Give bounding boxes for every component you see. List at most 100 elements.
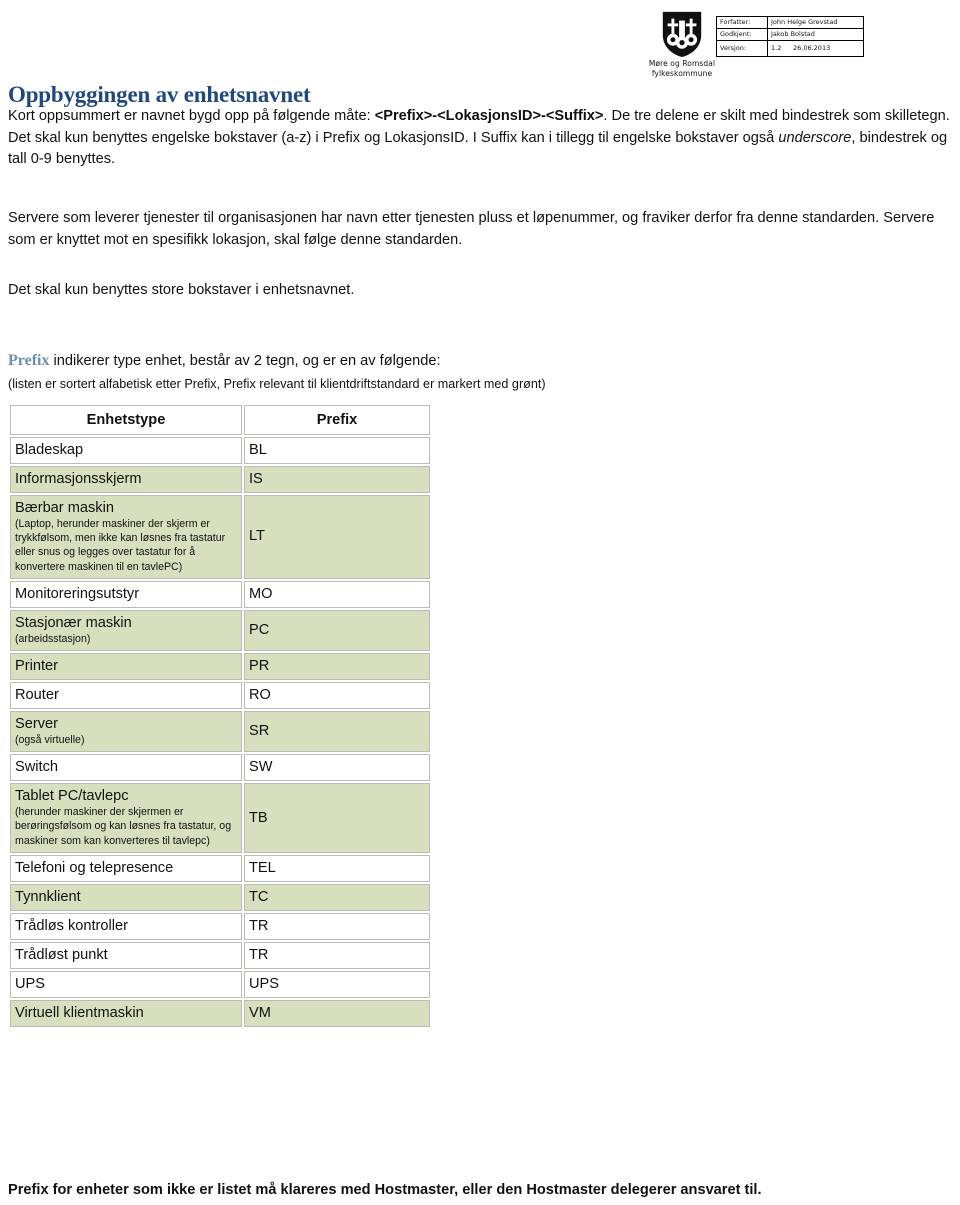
- table-row: Bladeskap BL: [10, 437, 430, 464]
- table-row: Informasjonsskjerm IS: [10, 466, 430, 493]
- intro-paragraph: Kort oppsummert er navnet bygd opp på fø…: [8, 106, 952, 171]
- organization-logo: Møre og Romsdal fylkeskommune: [636, 10, 728, 78]
- intro-text-part1: Kort oppsummert er navnet bygd opp på fø…: [8, 108, 375, 124]
- cell-prefix: MO: [244, 580, 430, 608]
- version-value: 1.2 26.06.2013: [767, 40, 864, 57]
- cell-prefix: TB: [244, 783, 430, 853]
- approved-label: Godkjent:: [716, 28, 768, 41]
- enhetstype-label: Tablet PC/tavlepc: [15, 788, 129, 805]
- table-row: Printer PR: [10, 653, 430, 681]
- cell-enhetstype: Informasjonsskjerm: [10, 466, 242, 493]
- prefix-lead-rest: indikerer type enhet, består av 2 tegn, …: [49, 353, 441, 369]
- cell-enhetstype: Telefoni og telepresence: [10, 854, 242, 882]
- enhetstype-description: (også virtuelle): [15, 734, 85, 747]
- table-row: Switch SW: [10, 754, 430, 782]
- cell-enhetstype: Server (også virtuelle): [10, 711, 242, 753]
- enhetstype-label: Router: [15, 687, 59, 704]
- cell-prefix: UPS: [244, 970, 430, 998]
- version-date: 26.06.2013: [793, 44, 831, 52]
- table-header-row: Enhetstype Prefix: [10, 405, 430, 435]
- enhetstype-label: Tynnklient: [15, 888, 81, 905]
- enhetstype-label: Bladeskap: [15, 442, 84, 458]
- column-header-enhetstype: Enhetstype: [10, 405, 242, 435]
- column-header-prefix: Prefix: [244, 405, 430, 435]
- enhetstype-description: (Laptop, herunder maskiner der skjerm er…: [15, 518, 226, 573]
- cell-prefix: TEL: [244, 854, 430, 882]
- prefix-table-head: Enhetstype Prefix: [10, 405, 430, 435]
- cell-prefix: LT: [244, 495, 430, 579]
- cell-enhetstype: Stasjonær maskin (arbeidsstasjon): [10, 609, 242, 652]
- table-row: Monitoreringsutstyr MO: [10, 580, 430, 608]
- enhetstype-label: Virtuell klientmaskin: [15, 1004, 144, 1021]
- enhetstype-label: Monitoreringsutstyr: [15, 585, 140, 602]
- logo-name-line2: fylkeskommune: [651, 69, 713, 78]
- enhetstype-label: UPS: [15, 975, 46, 992]
- cell-enhetstype: Monitoreringsutstyr: [10, 580, 242, 608]
- cell-enhetstype: Trådløs kontroller: [10, 912, 242, 940]
- metadata-row-version: Versjon: 1.2 26.06.2013: [716, 40, 864, 57]
- table-row: Virtuell klientmaskin VM: [10, 999, 430, 1027]
- metadata-row-approved: Godkjent: Jakob Bolstad: [716, 28, 864, 41]
- prefix-keyword: Prefix: [8, 352, 50, 369]
- prefix-table-body: Bladeskap BL Informasjonsskjerm IS Bærbar ma…: [10, 437, 430, 1027]
- enhetstype-label: Bærbar maskin: [15, 500, 114, 516]
- enhetstype-label: Informasjonsskjerm: [15, 471, 142, 487]
- table-row: Router RO: [10, 682, 430, 710]
- table-row: Stasjonær maskin (arbeidsstasjon) PC: [10, 609, 430, 652]
- enhetstype-label: Server: [15, 716, 58, 733]
- cell-enhetstype: Virtuell klientmaskin: [10, 999, 242, 1027]
- enhetstype-label: Printer: [15, 658, 58, 675]
- author-value: John Helge Grevstad: [767, 16, 864, 29]
- enhetstype-label: Stasjonær maskin: [15, 614, 132, 631]
- metadata-row-author: Forfatter: John Helge Grevstad: [716, 16, 864, 29]
- table-row: Bærbar maskin (Laptop, herunder maskiner …: [10, 495, 430, 579]
- approved-value: Jakob Bolstad: [767, 28, 864, 41]
- cell-prefix: BL: [244, 437, 430, 464]
- enhetstype-description: (arbeidsstasjon): [15, 632, 91, 645]
- table-row: Telefoni og telepresence TEL: [10, 854, 430, 882]
- cell-enhetstype: Trådløst punkt: [10, 941, 242, 969]
- prefix-lead-paragraph: Prefix indikerer type enhet, består av 2…: [8, 350, 952, 372]
- prefix-table: Enhetstype Prefix Bladeskap BL Informasjon…: [8, 403, 432, 1029]
- enhetstype-label: Telefoni og telepresence: [15, 859, 174, 876]
- coat-of-arms-icon: [662, 11, 702, 58]
- logo-name-line1: Møre og Romsdal: [648, 59, 716, 68]
- document-metadata-table: Forfatter: John Helge Grevstad Godkjent:…: [716, 16, 864, 57]
- name-pattern: <Prefix>-<LokasjonsID>-<Suffix>: [374, 108, 604, 124]
- enhetstype-label: Switch: [15, 759, 58, 776]
- enhetstype-description: (herunder maskiner der skjermen er berør…: [15, 806, 232, 847]
- table-row: Trådløs kontroller TR: [10, 912, 430, 940]
- page-title: Oppbyggingen av enhetsnavnet: [8, 82, 311, 107]
- table-row: Server (også virtuelle) SR: [10, 711, 430, 753]
- version-number: 1.2: [771, 44, 782, 52]
- cell-enhetstype: Tynnklient: [10, 883, 242, 911]
- cell-enhetstype: Tablet PC/tavlepc (herunder maskiner der …: [10, 783, 242, 853]
- table-row: Tablet PC/tavlepc (herunder maskiner der …: [10, 783, 430, 853]
- server-paragraph: Servere som leverer tjenester til organi…: [8, 210, 935, 248]
- cell-prefix: SW: [244, 754, 430, 782]
- cell-prefix: PC: [244, 609, 430, 652]
- cell-enhetstype: Printer: [10, 653, 242, 681]
- cell-prefix: SR: [244, 711, 430, 753]
- version-label: Versjon:: [716, 40, 768, 57]
- cell-prefix: RO: [244, 682, 430, 710]
- table-row: UPS UPS: [10, 970, 430, 998]
- enhetstype-label: Trådløs kontroller: [15, 917, 128, 934]
- cell-prefix: TR: [244, 912, 430, 940]
- cell-prefix: TC: [244, 883, 430, 911]
- prefix-sub-note: (listen er sortert alfabetisk etter Pref…: [8, 377, 546, 391]
- cell-prefix: IS: [244, 466, 430, 493]
- cell-enhetstype: Router: [10, 682, 242, 710]
- footer-note: Prefix for enheter som ikke er listet må…: [8, 1182, 762, 1198]
- table-row: Trådløst punkt TR: [10, 941, 430, 969]
- enhetstype-label: Trådløst punkt: [15, 946, 108, 963]
- cell-enhetstype: Bladeskap: [10, 437, 242, 464]
- uppercase-paragraph: Det skal kun benyttes store bokstaver i …: [8, 282, 355, 298]
- underscore-emphasis: underscore: [778, 129, 852, 146]
- cell-prefix: TR: [244, 941, 430, 969]
- document-page: Møre og Romsdal fylkeskommune Forfatter:…: [0, 0, 960, 1205]
- cell-enhetstype: UPS: [10, 970, 242, 998]
- table-row: Tynnklient TC: [10, 883, 430, 911]
- cell-enhetstype: Switch: [10, 754, 242, 782]
- cell-prefix: VM: [244, 999, 430, 1027]
